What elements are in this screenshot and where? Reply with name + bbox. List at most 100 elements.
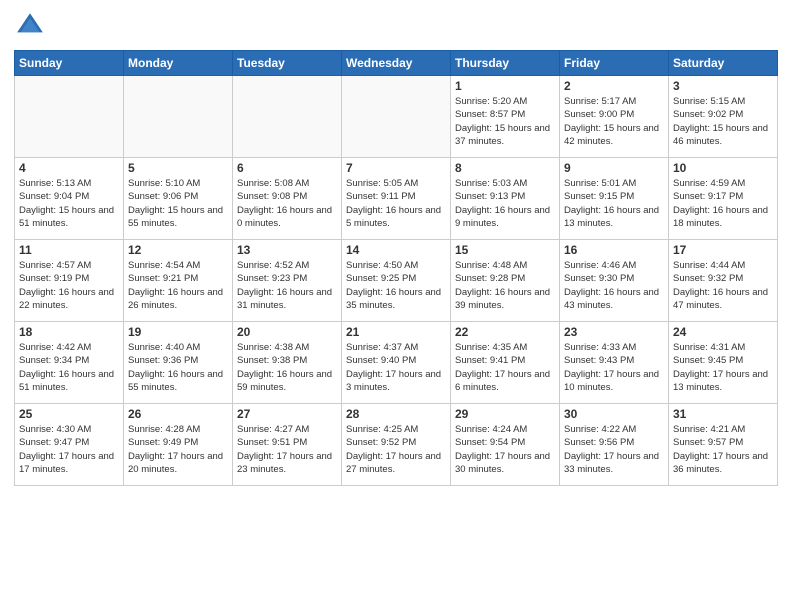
day-number: 18 <box>19 325 119 339</box>
day-info: Sunrise: 4:21 AM Sunset: 9:57 PM Dayligh… <box>673 423 773 476</box>
day-number: 14 <box>346 243 446 257</box>
day-number: 15 <box>455 243 555 257</box>
day-info: Sunrise: 4:37 AM Sunset: 9:40 PM Dayligh… <box>346 341 446 394</box>
day-number: 1 <box>455 79 555 93</box>
day-number: 6 <box>237 161 337 175</box>
weekday-header-monday: Monday <box>124 51 233 76</box>
day-number: 10 <box>673 161 773 175</box>
day-number: 3 <box>673 79 773 93</box>
day-number: 21 <box>346 325 446 339</box>
day-number: 9 <box>564 161 664 175</box>
day-number: 22 <box>455 325 555 339</box>
day-info: Sunrise: 4:33 AM Sunset: 9:43 PM Dayligh… <box>564 341 664 394</box>
calendar-cell: 7Sunrise: 5:05 AM Sunset: 9:11 PM Daylig… <box>342 158 451 240</box>
day-info: Sunrise: 5:08 AM Sunset: 9:08 PM Dayligh… <box>237 177 337 230</box>
day-info: Sunrise: 4:52 AM Sunset: 9:23 PM Dayligh… <box>237 259 337 312</box>
day-number: 28 <box>346 407 446 421</box>
calendar-cell: 5Sunrise: 5:10 AM Sunset: 9:06 PM Daylig… <box>124 158 233 240</box>
calendar-cell: 6 Sunrise: 5:08 AM Sunset: 9:08 PM Daylig… <box>233 158 342 240</box>
calendar-cell: 24 Sunrise: 4:31 AM Sunset: 9:45 PM Dayli… <box>669 322 778 404</box>
calendar-cell: 14 Sunrise: 4:50 AM Sunset: 9:25 PM Dayli… <box>342 240 451 322</box>
calendar-cell: 28Sunrise: 4:25 AM Sunset: 9:52 PM Dayli… <box>342 404 451 486</box>
day-info: Sunrise: 4:54 AM Sunset: 9:21 PM Dayligh… <box>128 259 228 312</box>
calendar-cell: 19 Sunrise: 4:40 AM Sunset: 9:36 PM Dayli… <box>124 322 233 404</box>
day-info: Sunrise: 4:46 AM Sunset: 9:30 PM Dayligh… <box>564 259 664 312</box>
day-info: Sunrise: 5:05 AM Sunset: 9:11 PM Dayligh… <box>346 177 446 230</box>
weekday-header-saturday: Saturday <box>669 51 778 76</box>
day-number: 25 <box>19 407 119 421</box>
calendar-cell: 3 Sunrise: 5:15 AM Sunset: 9:02 PM Daylig… <box>669 76 778 158</box>
page: SundayMondayTuesdayWednesdayThursdayFrid… <box>0 0 792 612</box>
day-info: Sunrise: 4:35 AM Sunset: 9:41 PM Dayligh… <box>455 341 555 394</box>
calendar-week-row: 1 Sunrise: 5:20 AM Sunset: 8:57 PM Daylig… <box>15 76 778 158</box>
day-info: Sunrise: 4:38 AM Sunset: 9:38 PM Dayligh… <box>237 341 337 394</box>
day-number: 23 <box>564 325 664 339</box>
calendar-cell: 25Sunrise: 4:30 AM Sunset: 9:47 PM Dayli… <box>15 404 124 486</box>
day-number: 30 <box>564 407 664 421</box>
calendar-week-row: 4Sunrise: 5:13 AM Sunset: 9:04 PM Daylig… <box>15 158 778 240</box>
day-number: 8 <box>455 161 555 175</box>
calendar-cell: 18 Sunrise: 4:42 AM Sunset: 9:34 PM Dayli… <box>15 322 124 404</box>
calendar-week-row: 25Sunrise: 4:30 AM Sunset: 9:47 PM Dayli… <box>15 404 778 486</box>
calendar-cell: 1 Sunrise: 5:20 AM Sunset: 8:57 PM Daylig… <box>451 76 560 158</box>
day-number: 20 <box>237 325 337 339</box>
day-info: Sunrise: 4:24 AM Sunset: 9:54 PM Dayligh… <box>455 423 555 476</box>
calendar-cell: 4Sunrise: 5:13 AM Sunset: 9:04 PM Daylig… <box>15 158 124 240</box>
day-number: 19 <box>128 325 228 339</box>
calendar-cell <box>15 76 124 158</box>
day-number: 31 <box>673 407 773 421</box>
day-info: Sunrise: 4:50 AM Sunset: 9:25 PM Dayligh… <box>346 259 446 312</box>
day-info: Sunrise: 5:15 AM Sunset: 9:02 PM Dayligh… <box>673 95 773 148</box>
calendar-week-row: 18 Sunrise: 4:42 AM Sunset: 9:34 PM Dayli… <box>15 322 778 404</box>
calendar-cell: 29 Sunrise: 4:24 AM Sunset: 9:54 PM Dayli… <box>451 404 560 486</box>
day-info: Sunrise: 4:57 AM Sunset: 9:19 PM Dayligh… <box>19 259 119 312</box>
day-number: 26 <box>128 407 228 421</box>
day-number: 11 <box>19 243 119 257</box>
weekday-header-thursday: Thursday <box>451 51 560 76</box>
weekday-header-sunday: Sunday <box>15 51 124 76</box>
calendar-cell <box>342 76 451 158</box>
day-info: Sunrise: 5:01 AM Sunset: 9:15 PM Dayligh… <box>564 177 664 230</box>
calendar-cell: 8 Sunrise: 5:03 AM Sunset: 9:13 PM Daylig… <box>451 158 560 240</box>
day-number: 29 <box>455 407 555 421</box>
day-number: 13 <box>237 243 337 257</box>
calendar-cell: 20 Sunrise: 4:38 AM Sunset: 9:38 PM Dayli… <box>233 322 342 404</box>
weekday-header-wednesday: Wednesday <box>342 51 451 76</box>
calendar-cell: 12 Sunrise: 4:54 AM Sunset: 9:21 PM Dayli… <box>124 240 233 322</box>
day-info: Sunrise: 5:03 AM Sunset: 9:13 PM Dayligh… <box>455 177 555 230</box>
day-info: Sunrise: 4:31 AM Sunset: 9:45 PM Dayligh… <box>673 341 773 394</box>
calendar-cell: 22 Sunrise: 4:35 AM Sunset: 9:41 PM Dayli… <box>451 322 560 404</box>
day-info: Sunrise: 4:44 AM Sunset: 9:32 PM Dayligh… <box>673 259 773 312</box>
day-info: Sunrise: 4:42 AM Sunset: 9:34 PM Dayligh… <box>19 341 119 394</box>
day-number: 24 <box>673 325 773 339</box>
weekday-header-tuesday: Tuesday <box>233 51 342 76</box>
day-info: Sunrise: 5:17 AM Sunset: 9:00 PM Dayligh… <box>564 95 664 148</box>
calendar-cell: 11 Sunrise: 4:57 AM Sunset: 9:19 PM Dayli… <box>15 240 124 322</box>
day-info: Sunrise: 4:40 AM Sunset: 9:36 PM Dayligh… <box>128 341 228 394</box>
day-number: 16 <box>564 243 664 257</box>
weekday-header-row: SundayMondayTuesdayWednesdayThursdayFrid… <box>15 51 778 76</box>
header <box>14 10 778 42</box>
day-info: Sunrise: 4:22 AM Sunset: 9:56 PM Dayligh… <box>564 423 664 476</box>
logo <box>14 10 48 42</box>
calendar-cell: 16 Sunrise: 4:46 AM Sunset: 9:30 PM Dayli… <box>560 240 669 322</box>
calendar-cell: 10Sunrise: 4:59 AM Sunset: 9:17 PM Dayli… <box>669 158 778 240</box>
calendar-cell: 17 Sunrise: 4:44 AM Sunset: 9:32 PM Dayli… <box>669 240 778 322</box>
day-info: Sunrise: 4:27 AM Sunset: 9:51 PM Dayligh… <box>237 423 337 476</box>
weekday-header-friday: Friday <box>560 51 669 76</box>
logo-icon <box>14 10 46 42</box>
day-number: 27 <box>237 407 337 421</box>
calendar-cell: 26Sunrise: 4:28 AM Sunset: 9:49 PM Dayli… <box>124 404 233 486</box>
day-info: Sunrise: 5:20 AM Sunset: 8:57 PM Dayligh… <box>455 95 555 148</box>
calendar-cell: 27 Sunrise: 4:27 AM Sunset: 9:51 PM Dayli… <box>233 404 342 486</box>
day-number: 4 <box>19 161 119 175</box>
day-number: 12 <box>128 243 228 257</box>
day-number: 17 <box>673 243 773 257</box>
calendar-table: SundayMondayTuesdayWednesdayThursdayFrid… <box>14 50 778 486</box>
calendar-cell: 9 Sunrise: 5:01 AM Sunset: 9:15 PM Daylig… <box>560 158 669 240</box>
calendar-cell: 31 Sunrise: 4:21 AM Sunset: 9:57 PM Dayli… <box>669 404 778 486</box>
calendar-cell: 15Sunrise: 4:48 AM Sunset: 9:28 PM Dayli… <box>451 240 560 322</box>
calendar-cell <box>233 76 342 158</box>
calendar-week-row: 11 Sunrise: 4:57 AM Sunset: 9:19 PM Dayli… <box>15 240 778 322</box>
day-number: 5 <box>128 161 228 175</box>
